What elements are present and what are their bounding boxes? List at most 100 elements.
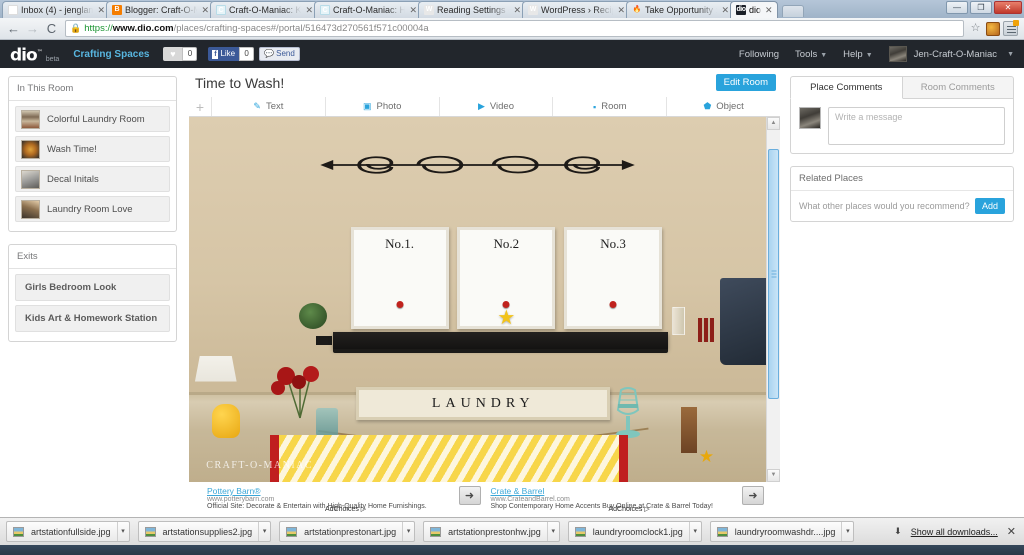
yellow-rug [269,434,628,482]
list-item[interactable]: Laundry Room Love [15,196,170,222]
download-filename: artstationprestonhw.jpg [448,526,541,537]
close-icon[interactable]: ✕ [97,5,105,16]
facebook-send-button[interactable]: 💬 Send [259,47,300,61]
thumbnail-image [21,139,40,159]
tab-room[interactable]: ▪ Room [552,97,666,116]
url-path: /places/crafting-spaces#/portal/516473d2… [173,23,429,34]
ad-title[interactable]: Pottery Barn® [207,486,453,496]
ad-arrow-icon[interactable]: ➜ [742,486,764,505]
laundry-room-photo[interactable]: No.1. No.2 ★ No.3 LAUNDRY ★ ★ CRAFT-O-MA… [189,117,766,482]
tab-object[interactable]: ⬟ Object [666,97,780,116]
close-icon[interactable]: ✕ [409,5,417,16]
address-bar[interactable]: 🔒 https:// www.dio.com /places/crafting-… [65,20,964,37]
download-item[interactable]: laundryroomwashdr....jpg ▾ [709,521,855,542]
close-icon[interactable]: ✕ [201,5,209,16]
chevron-down-icon[interactable]: ▾ [402,522,414,541]
browser-tab-active[interactable]: dio dio ✕ [730,1,778,18]
close-icon[interactable]: ✕ [721,5,729,16]
scroll-down-icon[interactable]: ▼ [767,469,780,482]
scroll-up-icon[interactable]: ▲ [767,117,780,130]
ad-arrow-icon[interactable]: ➜ [458,486,481,505]
browser-window: M Inbox (4) - jenglamgirl@... ✕ B Blogge… [0,0,1024,555]
download-item[interactable]: laundryroomclock1.jpg ▾ [567,521,702,542]
nav-help[interactable]: Help ▼ [843,49,872,60]
chevron-down-icon[interactable]: ▾ [258,522,270,541]
show-all-downloads-link[interactable]: Show all downloads... [911,527,998,537]
heart-pill[interactable]: ♥ 0 [163,47,198,61]
facebook-like-pill[interactable]: f Like 0 [208,47,255,61]
add-related-place-button[interactable]: Add [974,198,1005,214]
exit-item[interactable]: Girls Bedroom Look [15,274,170,301]
message-input[interactable]: Write a message [828,107,1005,145]
user-menu[interactable]: Jen-Craft-O-Maniac ▼ [888,46,1014,62]
close-icon[interactable]: ✕ [617,5,625,16]
download-item[interactable]: artstationfullside.jpg ▾ [6,521,130,542]
close-icon[interactable]: ✕ [513,5,521,16]
chevron-down-icon[interactable]: ▾ [546,522,559,541]
list-item[interactable]: Decal Initals [15,166,170,192]
list-item[interactable]: Colorful Laundry Room [15,106,170,132]
browser-tab[interactable]: B Blogger: Craft-O-Maniac ✕ [106,1,214,18]
add-content-button[interactable]: + [189,97,211,116]
chevron-down-icon[interactable]: ▾ [116,522,129,541]
nav-following[interactable]: Following [739,49,779,60]
adchoices-label[interactable]: AdChoices ▷ [609,505,650,513]
tab-text[interactable]: ✎ Text [211,97,325,116]
list-item[interactable]: Wash Time! [15,136,170,162]
minimize-button[interactable]: — [946,1,968,14]
browser-tab[interactable]: M Inbox (4) - jenglamgirl@... ✕ [2,1,110,18]
tab-title: dio [749,5,762,15]
black-shelf [333,332,668,354]
exit-item[interactable]: Kids Art & Homework Station [15,305,170,332]
related-places-input[interactable]: What other places would you recommend? [799,201,975,211]
maximize-button[interactable]: ❐ [970,1,992,14]
comments-tabs: Place Comments Room Comments [790,76,1014,99]
tab-place-comments[interactable]: Place Comments [790,76,903,99]
ad-item[interactable]: Pottery Barn® www.potterybarn.com Offici… [207,486,491,513]
list-item-label: Laundry Room Love [47,203,133,215]
in-this-room-panel: In This Room Colorful Laundry Room Wash … [8,76,177,232]
tab-video[interactable]: ▶ Video [438,97,553,116]
close-icon[interactable]: ✕ [305,5,313,16]
blogger-icon: B [112,5,122,15]
space-name-link[interactable]: Crafting Spaces [73,49,149,60]
facebook-like-button[interactable]: f Like [208,47,240,61]
nav-tools[interactable]: Tools ▼ [795,49,827,60]
browser-tab[interactable]: W Reading Settings ‹ Six Si... ✕ [418,1,526,18]
list-item-label: Wash Time! [47,143,97,155]
dio-logo[interactable]: dio™ [10,44,43,65]
back-icon[interactable]: ← [4,19,23,38]
scrollbar-thumb[interactable] [768,149,779,399]
chrome-menu-icon[interactable] [1003,20,1019,36]
browser-tab[interactable]: W WordPress › Recipe Car... ✕ [522,1,630,18]
tab-room-comments[interactable]: Room Comments [902,76,1014,99]
download-filename: laundryroomwashdr....jpg [734,526,836,537]
adchoices-label[interactable]: AdChoices ▷ [325,505,366,513]
browser-tab[interactable]: C Craft-O-Maniac: Home ✕ [314,1,422,18]
close-shelf-icon[interactable]: ✕ [1007,525,1016,538]
close-window-button[interactable]: ✕ [994,1,1022,14]
reload-icon[interactable]: C [42,19,61,38]
edit-room-button[interactable]: Edit Room [715,74,776,91]
download-item[interactable]: artstationprestonart.jpg ▾ [279,521,416,542]
chevron-down-icon[interactable]: ▾ [841,522,853,541]
new-tab-button[interactable] [781,5,804,17]
video-icon: ▶ [477,101,485,111]
extension-icon[interactable] [986,21,1000,36]
bookmark-star-icon[interactable]: ☆ [968,21,983,36]
fire-icon: 🔥 [632,6,642,13]
download-item[interactable]: artstationsupplies2.jpg ▾ [137,521,272,542]
ad-item[interactable]: Crate & Barrel www.CrateandBarrel.com Sh… [491,486,775,513]
chevron-down-icon: ▼ [820,51,828,59]
comment-composer: Write a message [790,99,1014,154]
browser-tab[interactable]: C Craft-O-Maniac: Kids Ar... ✕ [210,1,318,18]
heart-icon[interactable]: ♥ [163,47,183,61]
close-icon[interactable]: ✕ [765,5,773,16]
browser-tab[interactable]: 🔥 Take Opportunity :: dio ✕ [626,1,734,18]
tab-photo[interactable]: ▣ Photo [324,97,439,116]
chevron-down-icon[interactable]: ▾ [688,522,701,541]
photo-scrollbar[interactable]: ▲ ▼ [766,117,780,482]
forward-icon[interactable]: → [23,19,42,38]
download-item[interactable]: artstationprestonhw.jpg ▾ [423,521,560,542]
ad-title[interactable]: Crate & Barrel [491,486,737,496]
